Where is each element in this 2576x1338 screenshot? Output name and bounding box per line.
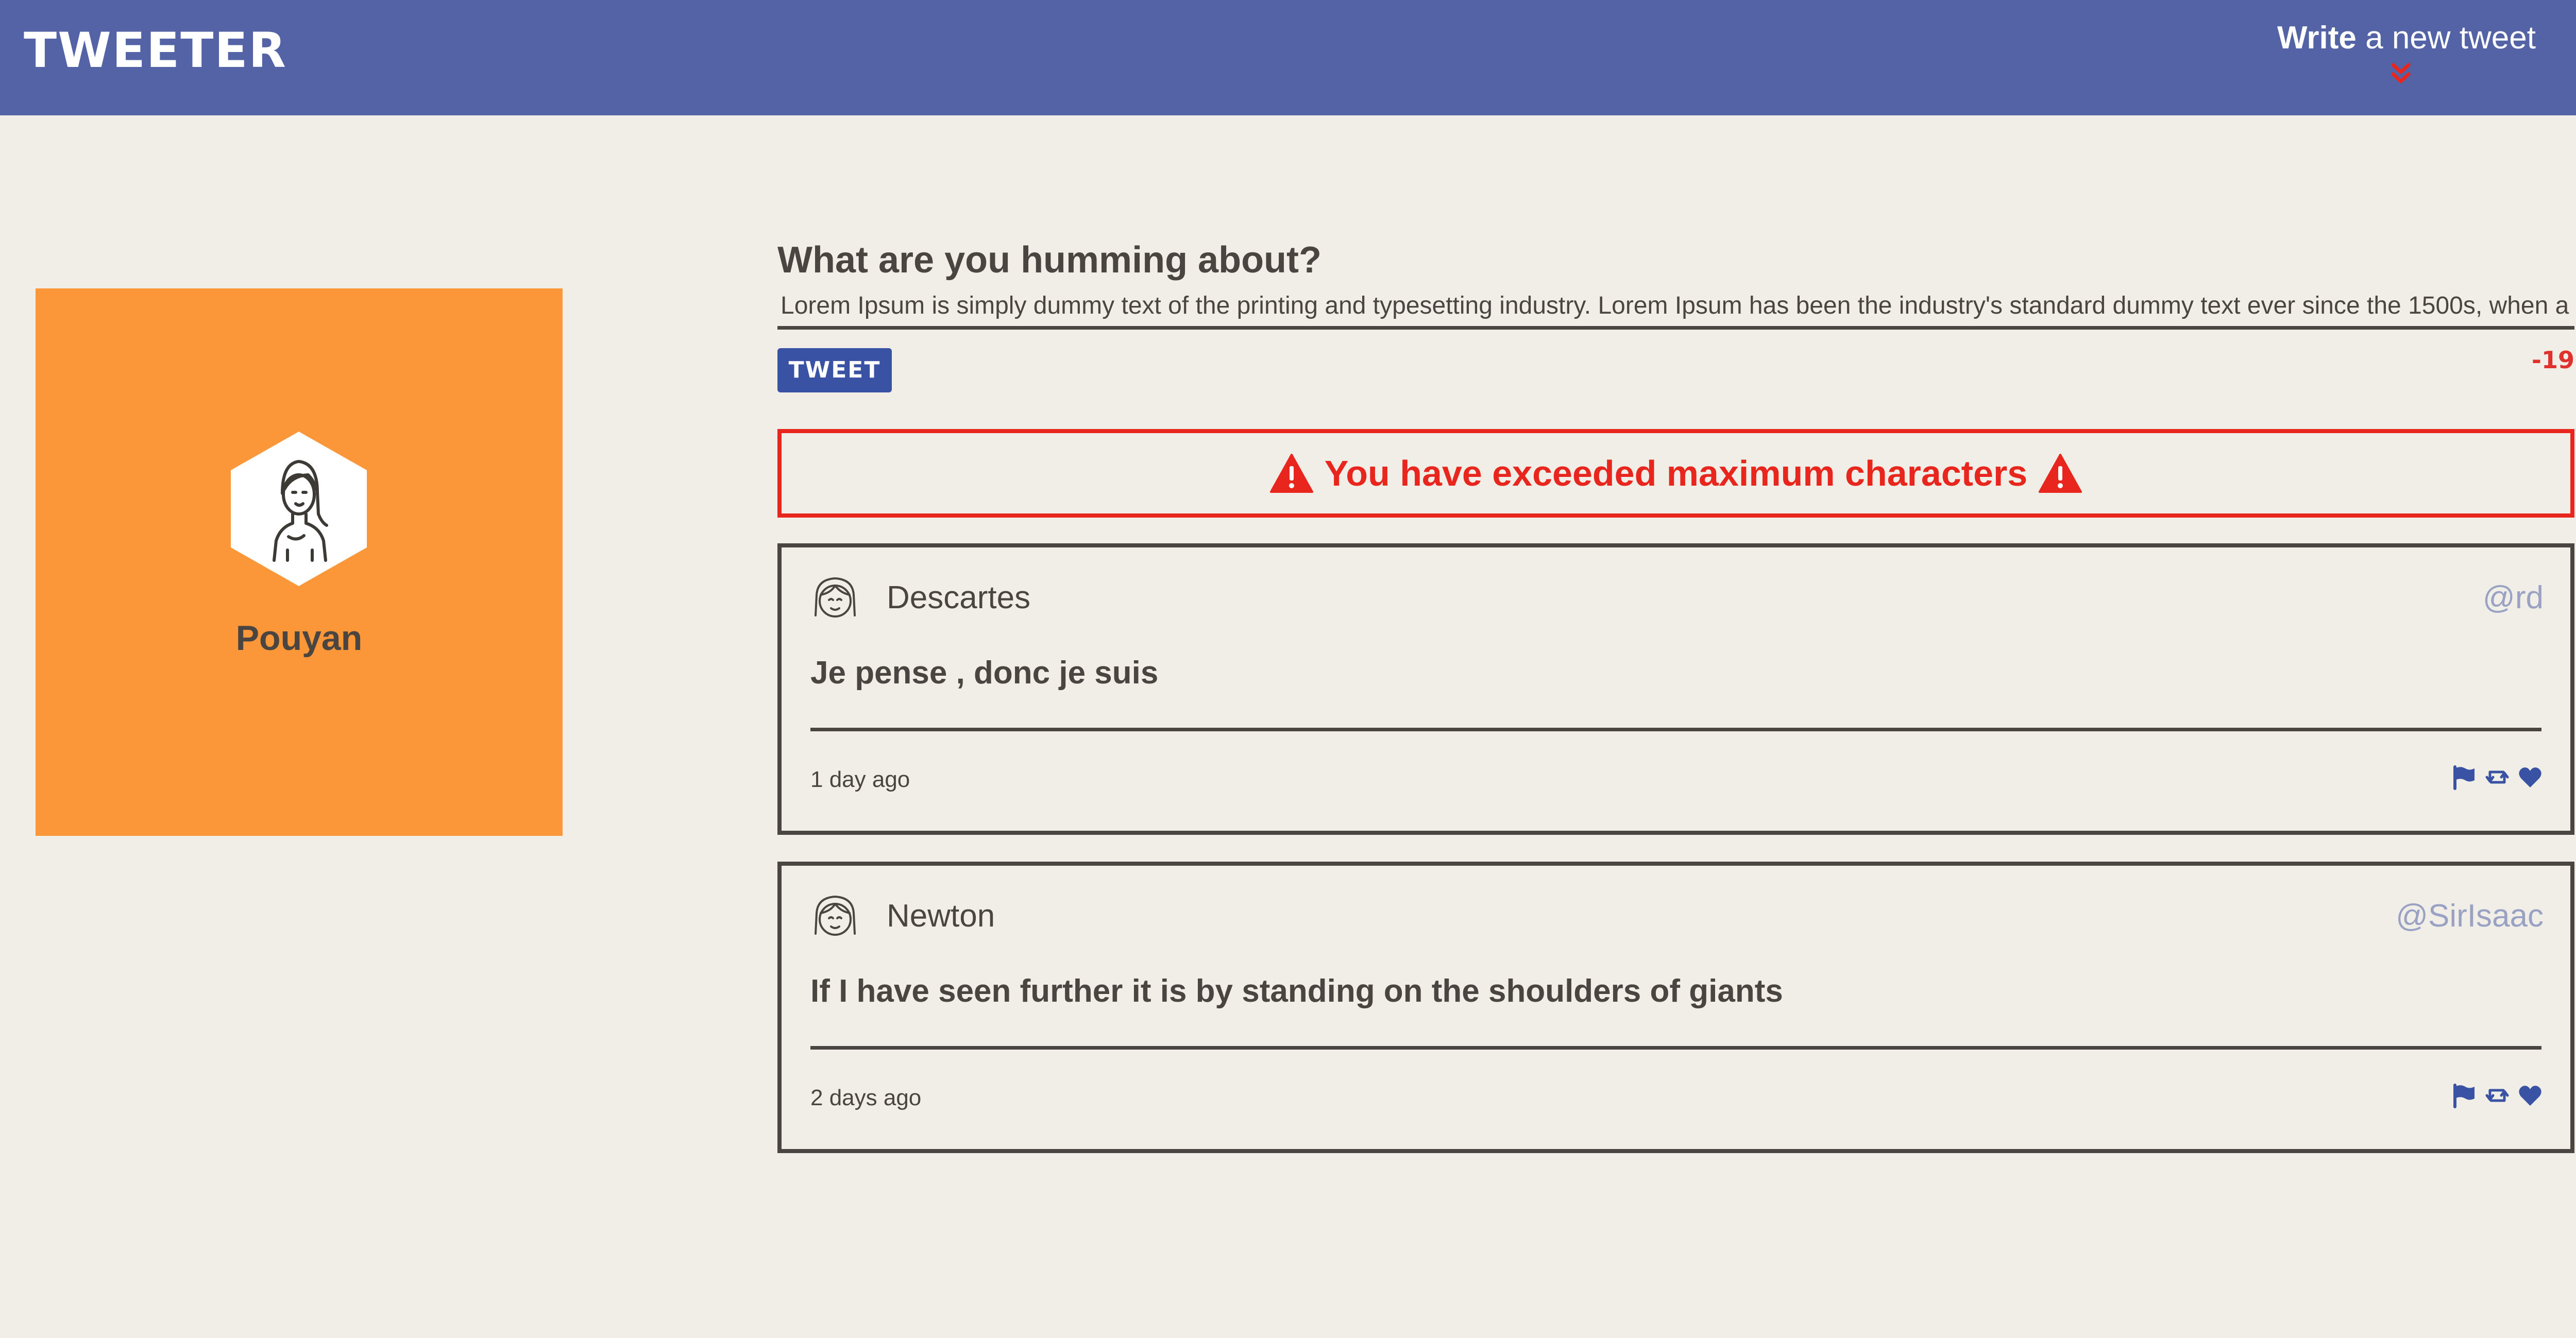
tweet-card: Newton @SirIsaac If I have seen further … <box>777 862 2574 1153</box>
tweet-author-name: Newton <box>887 898 995 934</box>
tweet-actions <box>2451 764 2544 791</box>
error-message-text: You have exceeded maximum characters <box>1324 453 2028 493</box>
tweet-avatar-icon <box>815 896 856 936</box>
profile-name: Pouyan <box>235 619 363 658</box>
heart-icon[interactable] <box>2517 1082 2544 1109</box>
tweet-button[interactable]: TWEET <box>777 348 892 392</box>
flag-icon[interactable] <box>2451 764 2478 791</box>
write-label-rest: a new tweet <box>2356 20 2536 56</box>
compose-heading: What are you humming about? <box>777 239 1321 281</box>
character-counter: -19 <box>2531 346 2574 374</box>
heart-icon[interactable] <box>2517 764 2544 791</box>
user-avatar-icon <box>231 432 367 586</box>
navbar: TWEETER Write a new tweet <box>0 0 2576 115</box>
tweet-avatar-icon <box>815 577 856 617</box>
brand-logo[interactable]: TWEETER <box>24 27 287 75</box>
profile-card: Pouyan <box>36 288 563 836</box>
chevron-double-down-icon[interactable] <box>2388 61 2414 87</box>
tweet-timestamp: 2 days ago <box>810 1085 922 1110</box>
tweet-actions <box>2451 1082 2544 1109</box>
retweet-icon[interactable] <box>2484 764 2511 791</box>
warning-icon <box>1269 454 1313 493</box>
tweet-author-handle[interactable]: @rd <box>2483 579 2544 616</box>
write-label-bold: Write <box>2277 20 2357 56</box>
tweet-timestamp: 1 day ago <box>810 767 910 792</box>
warning-icon <box>2039 454 2082 493</box>
tweet-card: Descartes @rd Je pense , donc je suis 1 … <box>777 543 2574 835</box>
tweet-content: Je pense , donc je suis <box>810 655 1159 691</box>
tweet-divider <box>810 1046 2541 1050</box>
error-message-box: You have exceeded maximum characters <box>777 429 2574 518</box>
tweet-divider <box>810 728 2541 731</box>
tweet-text-input[interactable]: Lorem Ipsum is simply dummy text of the … <box>777 286 2574 330</box>
retweet-icon[interactable] <box>2484 1082 2511 1109</box>
tweet-content: If I have seen further it is by standing… <box>810 973 1783 1009</box>
flag-icon[interactable] <box>2451 1082 2478 1109</box>
tweet-author-handle[interactable]: @SirIsaac <box>2396 898 2544 934</box>
write-new-tweet-toggle[interactable]: Write a new tweet <box>2277 19 2536 91</box>
write-new-tweet-label[interactable]: Write a new tweet <box>2277 19 2536 58</box>
tweet-author-name: Descartes <box>887 580 1031 615</box>
